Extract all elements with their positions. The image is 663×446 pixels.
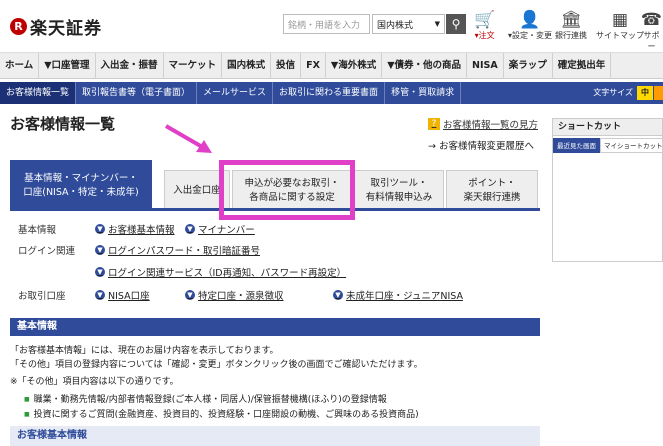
chevron-down-icon: ▼ — [95, 224, 105, 234]
font-size-label: 文字サイズ — [593, 88, 633, 97]
nav-fund[interactable]: 投信 — [271, 53, 302, 79]
tab-basic-info-line2: 口座(NISA・特定・未成年) — [23, 186, 139, 198]
chevron-down-icon: ▼ — [95, 290, 105, 300]
tab-points[interactable]: ポイント・楽天銀行連携 — [446, 170, 538, 210]
bank-icon: 🏛 — [560, 10, 582, 30]
search-scope-select[interactable]: 国内株式 ▼ — [372, 14, 445, 34]
history-link[interactable]: → お客様情報変更履歴へ — [428, 138, 534, 152]
nav-rakuwrap[interactable]: 楽ラップ — [504, 53, 553, 79]
tab-basic-info[interactable]: 基本情報・マイナンバー・ 口座(NISA・特定・未成年) — [10, 160, 152, 210]
junior-nisa-link[interactable]: ▼ 未成年口座・ジュニアNISA — [333, 288, 463, 302]
font-size-medium-button[interactable]: 中 — [637, 86, 653, 100]
chevron-down-icon: ▼ — [333, 290, 343, 300]
nav-foreign-stock[interactable]: ▼海外株式 — [326, 53, 383, 79]
shortcut-title: ショートカット — [553, 119, 662, 136]
cart-icon: 🛒 — [474, 10, 496, 30]
subnav-customer-info[interactable]: お客様情報一覧 — [0, 82, 77, 104]
bank-link[interactable]: 🏛 銀行連携 — [555, 10, 587, 41]
shortcut-tab-my[interactable]: マイショートカット — [600, 138, 663, 153]
nav-home[interactable]: ホーム — [0, 53, 40, 79]
chevron-down-icon: ▼ — [434, 20, 440, 28]
chevron-down-icon: ▼ — [95, 245, 105, 255]
tab-trading-tools-line1: 取引ツール・ — [370, 177, 428, 189]
support-icon: ☎ — [640, 10, 663, 30]
sitemap-link[interactable]: ▦ サイトマップ — [596, 10, 644, 41]
help-icon: ? — [428, 118, 440, 130]
search-scope-value: 国内株式 — [377, 21, 414, 31]
order-label: ▾注文 — [474, 31, 495, 40]
annotation-arrow-icon — [164, 124, 212, 153]
search-button[interactable]: ⚲ — [446, 14, 466, 34]
support-link[interactable]: ☎ サポー — [640, 10, 663, 52]
shortcut-panel: ショートカット 最近見た画面 マイショートカット — [552, 118, 663, 262]
nav-fx[interactable]: FX — [301, 53, 326, 79]
login-password-link-text: ログインパスワード・取引暗証番号 — [108, 246, 261, 257]
settings-label: ▾設定・変更 — [508, 31, 553, 40]
annotation-highlight-box — [219, 160, 355, 220]
subnav-transfer[interactable]: 移管・買取請求 — [385, 82, 462, 104]
nisa-account-link[interactable]: ▼ NISA口座 — [95, 288, 150, 302]
header: R 楽天証券 銘柄・用語を入力 国内株式 ▼ ⚲ 🛒 ▾注文 👤 ▾設定・変更 … — [0, 0, 663, 51]
login-services-link[interactable]: ▼ ログイン関連サービス（ID再通知、パスワード再設定） — [95, 265, 346, 279]
logo-text: 楽天証券 — [30, 19, 102, 39]
sitemap-label: サイトマップ — [596, 31, 644, 40]
subnav-mail[interactable]: メールサービス — [197, 82, 274, 104]
sub-nav: お客様情報一覧 取引報告書等（電子書面） メールサービス お取引に関わる重要書面… — [0, 82, 663, 104]
help-link[interactable]: ? お客様情報一覧の見方 — [428, 117, 538, 131]
help-link-text: お客様情報一覧の見方 — [443, 120, 539, 131]
account-label: お取引口座 — [18, 291, 66, 302]
nisa-account-link-text: NISA口座 — [108, 291, 150, 302]
basic-info-label: 基本情報 — [18, 225, 57, 236]
tab-points-line2: 楽天銀行連携 — [463, 191, 521, 203]
sitemap-icon: ▦ — [611, 10, 629, 30]
nav-deposit[interactable]: 入出金・振替 — [96, 53, 164, 79]
subnav-documents[interactable]: お取引に関わる重要書面 — [273, 82, 386, 104]
tab-trading-tools-line2: 有料情報申込み — [365, 191, 433, 203]
search-icon: ⚲ — [451, 17, 461, 31]
junior-nisa-link-text: 未成年口座・ジュニアNISA — [346, 291, 463, 302]
customer-basic-info-heading: お客様基本情報 — [10, 426, 540, 446]
tab-trading-tools[interactable]: 取引ツール・ 有料情報申込み — [354, 170, 444, 210]
support-label: サポー — [643, 31, 660, 51]
page-title: お客様情報一覧 — [10, 115, 116, 133]
nav-nisa[interactable]: NISA — [467, 53, 504, 79]
shortcut-tab-recent[interactable]: 最近見た画面 — [553, 138, 600, 153]
basic-info-heading: 基本情報 — [10, 318, 540, 336]
tab-deposit-account-label: 入出金口座 — [173, 184, 221, 196]
my-number-link-text: マイナンバー — [198, 225, 255, 236]
search-input[interactable]: 銘柄・用語を入力 — [283, 14, 370, 34]
subnav-reports[interactable]: 取引報告書等（電子書面） — [76, 82, 198, 104]
order-menu[interactable]: 🛒 ▾注文 — [474, 10, 495, 41]
chevron-down-icon: ▼ — [185, 224, 195, 234]
specific-account-link-text: 特定口座・源泉徴収 — [198, 291, 284, 302]
basic-info-bullet-2: 投資に関するご質問(金融資産、投資目的、投資経験・口座開設の動機、ご興味のある投… — [24, 407, 419, 420]
customer-basic-info-link[interactable]: ▼ お客様基本情報 — [95, 222, 175, 236]
main-nav: ホーム ▼口座管理 入出金・振替 マーケット 国内株式 投信 FX ▼海外株式 … — [0, 52, 663, 79]
nav-account[interactable]: ▼口座管理 — [39, 53, 96, 79]
tab-basic-info-line1: 基本情報・マイナンバー・ — [24, 172, 138, 184]
customer-basic-info-link-text: お客様基本情報 — [108, 225, 175, 236]
login-label: ログイン関連 — [18, 246, 76, 257]
nav-domestic-stock[interactable]: 国内株式 — [222, 53, 272, 79]
bank-label: 銀行連携 — [555, 31, 587, 40]
rakuten-logo[interactable]: R 楽天証券 — [10, 14, 102, 39]
login-password-link[interactable]: ▼ ログインパスワード・取引暗証番号 — [95, 243, 260, 257]
chevron-down-icon: ▼ — [95, 267, 105, 277]
nav-dc[interactable]: 確定拠出年 — [553, 53, 612, 79]
my-number-link[interactable]: ▼ マイナンバー — [185, 222, 255, 236]
nav-bonds[interactable]: ▼債券・他の商品 — [382, 53, 468, 79]
basic-info-text-2: 「その他」項目の登録内容については「確認・変更」ボタンクリック後の画面でご確認い… — [10, 360, 423, 370]
login-services-link-text: ログイン関連サービス（ID再通知、パスワード再設定） — [108, 268, 347, 279]
basic-info-note: ※「その他」項目内容は以下の通りです。 — [10, 377, 179, 387]
tab-points-line1: ポイント・ — [468, 177, 516, 189]
settings-menu[interactable]: 👤 ▾設定・変更 — [508, 10, 552, 41]
font-size-large-button[interactable] — [654, 86, 663, 100]
nav-market[interactable]: マーケット — [164, 53, 223, 79]
specific-account-link[interactable]: ▼ 特定口座・源泉徴収 — [185, 288, 284, 302]
user-icon: 👤 — [519, 10, 541, 30]
logo-mark: R — [10, 18, 27, 35]
basic-info-bullet-1: 職業・勤務先情報/内部者情報登録(ご本人様・同居人)/保管振替機構(ほふり)の登… — [24, 392, 387, 405]
basic-info-text-1: 「お客様基本情報」には、現在のお届け内容を表示しております。 — [10, 346, 279, 356]
chevron-down-icon: ▼ — [185, 290, 195, 300]
